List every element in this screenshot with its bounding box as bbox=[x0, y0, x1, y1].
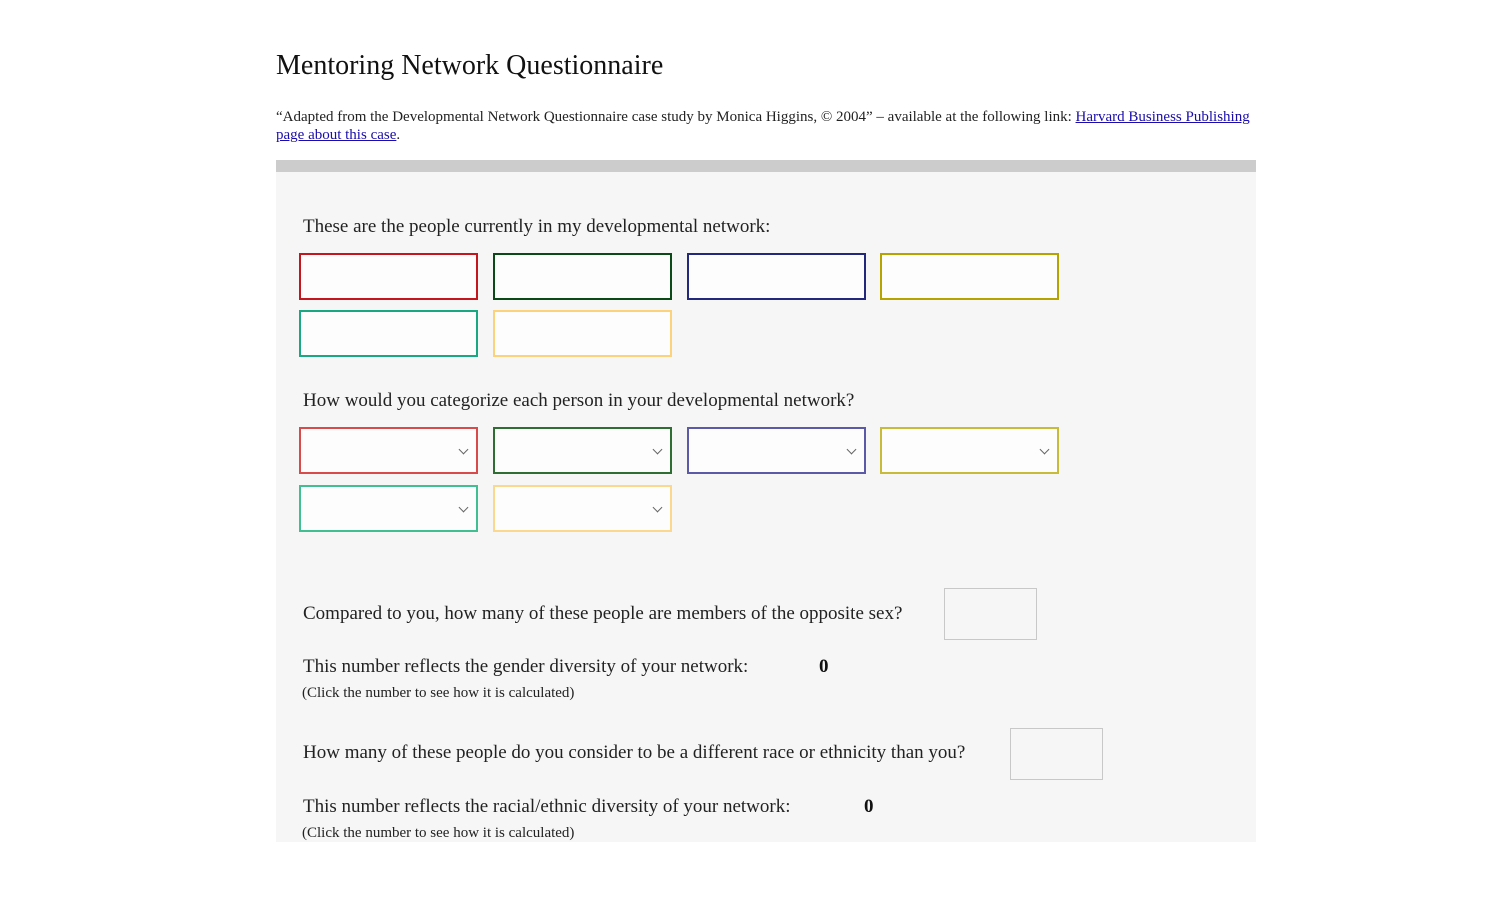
gender-diversity-label: This number reflects the gender diversit… bbox=[303, 656, 749, 677]
racial-diversity-label: This number reflects the racial/ethnic d… bbox=[303, 796, 791, 817]
chevron-down-icon bbox=[1039, 444, 1050, 454]
category-question-label: How would you categorize each person in … bbox=[303, 390, 855, 411]
category-select-3[interactable] bbox=[687, 427, 866, 474]
attribution-text: “Adapted from the Developmental Network … bbox=[276, 108, 1251, 144]
page-title: Mentoring Network Questionnaire bbox=[276, 50, 664, 81]
attribution-prefix: “Adapted from the Developmental Network … bbox=[276, 109, 1076, 125]
racial-diversity-score[interactable]: 0 bbox=[864, 796, 874, 818]
person-name-input-5[interactable] bbox=[299, 310, 478, 357]
chevron-down-icon bbox=[652, 502, 663, 512]
chevron-down-icon bbox=[458, 444, 469, 454]
gender-calculation-hint: (Click the number to see how it is calcu… bbox=[302, 685, 575, 701]
person-name-input-6[interactable] bbox=[493, 310, 672, 357]
different-race-count-input[interactable] bbox=[1010, 728, 1103, 780]
people-question-label: These are the people currently in my dev… bbox=[303, 216, 771, 237]
chevron-down-icon bbox=[846, 444, 857, 454]
race-calculation-hint: (Click the number to see how it is calcu… bbox=[302, 825, 575, 841]
opposite-sex-count-input[interactable] bbox=[944, 588, 1037, 640]
race-question-label: How many of these people do you consider… bbox=[303, 742, 966, 763]
person-name-input-3[interactable] bbox=[687, 253, 866, 300]
category-select-6[interactable] bbox=[493, 485, 672, 532]
person-name-input-4[interactable] bbox=[880, 253, 1059, 300]
attribution-suffix: . bbox=[396, 127, 401, 143]
gender-question-label: Compared to you, how many of these peopl… bbox=[303, 603, 903, 624]
category-select-1[interactable] bbox=[299, 427, 478, 474]
questionnaire-panel: These are the people currently in my dev… bbox=[276, 160, 1256, 842]
chevron-down-icon bbox=[652, 444, 663, 454]
person-name-input-2[interactable] bbox=[493, 253, 672, 300]
category-select-5[interactable] bbox=[299, 485, 478, 532]
category-select-2[interactable] bbox=[493, 427, 672, 474]
person-name-input-1[interactable] bbox=[299, 253, 478, 300]
category-select-4[interactable] bbox=[880, 427, 1059, 474]
chevron-down-icon bbox=[458, 502, 469, 512]
gender-diversity-score[interactable]: 0 bbox=[819, 656, 829, 678]
